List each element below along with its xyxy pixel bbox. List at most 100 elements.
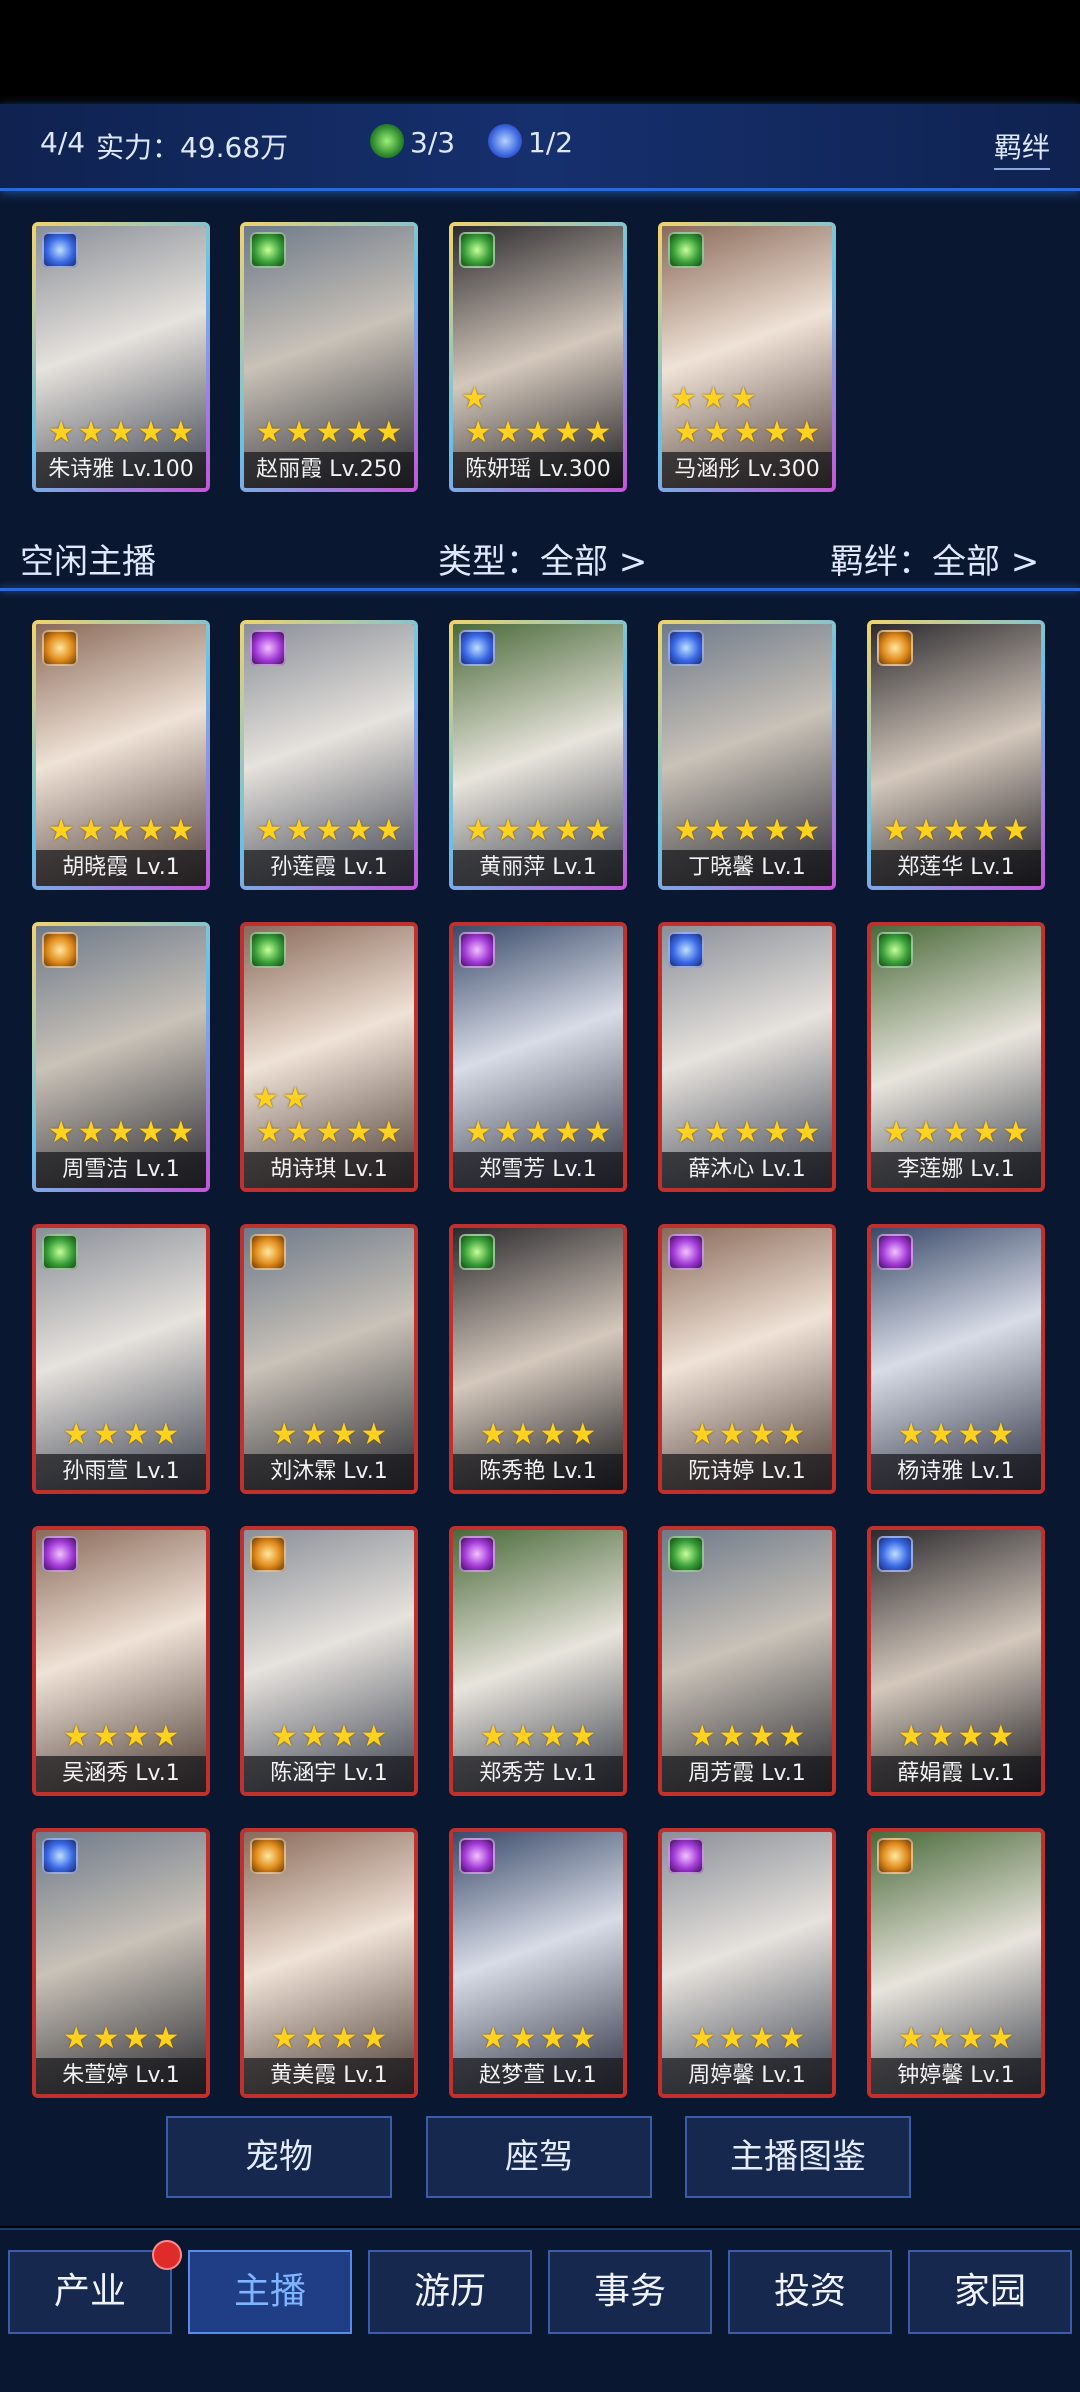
star-icon: ★ — [345, 1115, 373, 1150]
star-icon: ★ — [524, 415, 552, 450]
star-icon: ★ — [509, 2021, 537, 2056]
host-card[interactable]: ★ ★ ★ ★ 周婷馨 Lv.1 — [658, 1828, 836, 2098]
star-rating: ★ ★ ★ ★ — [38, 2024, 204, 2056]
star-rating: ★ ★ ★ ★ ★ — [38, 816, 204, 848]
star-rating: ★ ★ ★ ★ ★ — [455, 418, 621, 450]
green-attribute-icon — [877, 932, 913, 968]
star-icon: ★ — [137, 813, 165, 848]
host-gallery-button[interactable]: 主播图鉴 — [685, 2116, 911, 2198]
host-card[interactable]: ★ ★ ★ ★ ★ 朱诗雅 Lv.100 — [32, 222, 210, 492]
host-card[interactable]: ★ ★ ★ ★ ★ 胡晓霞 Lv.1 — [32, 620, 210, 890]
nav-industry[interactable]: 产业 — [8, 2250, 172, 2334]
star-icon: ★ — [569, 2021, 597, 2056]
star-rating: ★ ★ ★ ★ ★ — [246, 1118, 412, 1150]
host-card[interactable]: ★ ★ ★ ★ 黄美霞 Lv.1 — [240, 1828, 418, 2098]
host-name-level: 黄美霞 Lv.1 — [244, 2058, 414, 2094]
star-icon: ★ — [957, 1417, 985, 1452]
star-icon: ★ — [718, 1719, 746, 1754]
host-card[interactable]: ★ ★ ★ ★ 阮诗婷 Lv.1 — [658, 1224, 836, 1494]
star-icon: ★ — [957, 1719, 985, 1754]
nav-travel[interactable]: 游历 — [368, 2250, 532, 2334]
green-bond-count: 3/3 — [410, 126, 456, 159]
host-card[interactable]: ★ ★ ★ ★ ★ ★ ★ ★ 马涵彤 Lv.300 — [658, 222, 836, 492]
host-card[interactable]: ★ ★ ★ ★ 吴涵秀 Lv.1 — [32, 1526, 210, 1796]
host-card[interactable]: ★ ★ ★ ★ ★ ★ 陈妍瑶 Lv.300 — [449, 222, 627, 492]
star-icon: ★ — [464, 1115, 492, 1150]
star-icon: ★ — [270, 1417, 298, 1452]
star-icon: ★ — [92, 1417, 120, 1452]
gold-attribute-icon — [250, 1536, 286, 1572]
host-name-level: 郑莲华 Lv.1 — [871, 850, 1041, 886]
green-attribute-icon — [668, 1536, 704, 1572]
host-card[interactable]: ★ ★ ★ ★ 陈涵宇 Lv.1 — [240, 1526, 418, 1796]
type-filter[interactable]: 类型：全部 > — [438, 534, 647, 583]
host-card[interactable]: ★ ★ ★ ★ 孙雨萱 Lv.1 — [32, 1224, 210, 1494]
nav-invest[interactable]: 投资 — [728, 2250, 892, 2334]
green-attribute-icon — [250, 932, 286, 968]
pet-button[interactable]: 宠物 — [166, 2116, 392, 2198]
star-rating: ★ ★ ★ ★ ★ — [455, 1118, 621, 1150]
star-icon: ★ — [509, 1719, 537, 1754]
star-icon: ★ — [1002, 813, 1030, 848]
host-card[interactable]: ★ ★ ★ ★ ★ 薛沐心 Lv.1 — [658, 922, 836, 1192]
gold-attribute-icon — [877, 630, 913, 666]
star-icon: ★ — [748, 1719, 776, 1754]
star-icon: ★ — [554, 813, 582, 848]
host-card[interactable]: ★ ★ ★ ★ 郑秀芳 Lv.1 — [449, 1526, 627, 1796]
star-icon: ★ — [461, 381, 488, 416]
blue-bond-count: 1/2 — [528, 126, 574, 159]
nav-home[interactable]: 家园 — [908, 2250, 1072, 2334]
host-card[interactable]: ★ ★ ★ ★ ★ 李莲娜 Lv.1 — [867, 922, 1045, 1192]
host-card[interactable]: ★ ★ ★ ★ 周芳霞 Lv.1 — [658, 1526, 836, 1796]
host-name-level: 孙莲霞 Lv.1 — [244, 850, 414, 886]
green-bond-icon — [370, 124, 404, 158]
blue-attribute-icon — [42, 1838, 78, 1874]
star-icon: ★ — [315, 813, 343, 848]
star-icon: ★ — [539, 1719, 567, 1754]
star-icon: ★ — [315, 415, 343, 450]
host-card[interactable]: ★ ★ ★ ★ ★ 孙莲霞 Lv.1 — [240, 620, 418, 890]
extra-star-row: ★ ★ — [246, 1084, 412, 1116]
host-card[interactable]: ★ ★ ★ ★ ★ 周雪洁 Lv.1 — [32, 922, 210, 1192]
star-icon: ★ — [62, 1417, 90, 1452]
host-card[interactable]: ★ ★ ★ ★ 刘沐霖 Lv.1 — [240, 1224, 418, 1494]
star-icon: ★ — [912, 813, 940, 848]
host-card[interactable]: ★ ★ ★ ★ 赵梦萱 Lv.1 — [449, 1828, 627, 2098]
host-card[interactable]: ★ ★ ★ ★ ★ 郑莲华 Lv.1 — [867, 620, 1045, 890]
star-icon: ★ — [360, 1417, 388, 1452]
nav-hosts[interactable]: 主播 — [188, 2250, 352, 2334]
host-card[interactable]: ★ ★ ★ ★ 薛娟霞 Lv.1 — [867, 1526, 1045, 1796]
host-name-level: 孙雨萱 Lv.1 — [36, 1454, 206, 1490]
host-card[interactable]: ★ ★ ★ ★ ★ 郑雪芳 Lv.1 — [449, 922, 627, 1192]
host-card[interactable]: ★ ★ ★ ★ ★ 丁晓馨 Lv.1 — [658, 620, 836, 890]
star-icon: ★ — [509, 1417, 537, 1452]
star-icon: ★ — [375, 415, 403, 450]
star-icon: ★ — [778, 1719, 806, 1754]
star-rating: ★ ★ ★ ★ ★ — [664, 816, 830, 848]
star-icon: ★ — [987, 1417, 1015, 1452]
host-card[interactable]: ★ ★ ★ ★ 钟婷馨 Lv.1 — [867, 1828, 1045, 2098]
host-card[interactable]: ★ ★ ★ ★ ★ 赵丽霞 Lv.250 — [240, 222, 418, 492]
star-icon: ★ — [92, 2021, 120, 2056]
star-icon: ★ — [167, 1115, 195, 1150]
purple-attribute-icon — [459, 932, 495, 968]
host-card[interactable]: ★ ★ ★ ★ 陈秀艳 Lv.1 — [449, 1224, 627, 1494]
host-card[interactable]: ★ ★ ★ ★ ★ 黄丽萍 Lv.1 — [449, 620, 627, 890]
star-rating: ★ ★ ★ ★ ★ — [664, 1118, 830, 1150]
idle-hosts-header: 空闲主播 类型：全部 > 羁绊：全部 > — [0, 528, 1080, 592]
star-icon: ★ — [281, 1081, 309, 1116]
star-icon: ★ — [670, 381, 697, 416]
host-card[interactable]: ★ ★ ★ ★ 朱萱婷 Lv.1 — [32, 1828, 210, 2098]
star-icon: ★ — [300, 1417, 328, 1452]
mount-button[interactable]: 座驾 — [426, 2116, 652, 2198]
host-name-level: 周芳霞 Lv.1 — [662, 1756, 832, 1792]
star-icon: ★ — [375, 813, 403, 848]
host-card[interactable]: ★ ★ ★ ★ ★ ★ ★ 胡诗琪 Lv.1 — [240, 922, 418, 1192]
star-icon: ★ — [1002, 1115, 1030, 1150]
bond-filter[interactable]: 羁绊：全部 > — [830, 534, 1039, 583]
star-icon: ★ — [539, 1417, 567, 1452]
nav-affairs[interactable]: 事务 — [548, 2250, 712, 2334]
bond-link[interactable]: 羁绊 — [993, 126, 1050, 170]
star-icon: ★ — [793, 415, 821, 450]
host-card[interactable]: ★ ★ ★ ★ 杨诗雅 Lv.1 — [867, 1224, 1045, 1494]
